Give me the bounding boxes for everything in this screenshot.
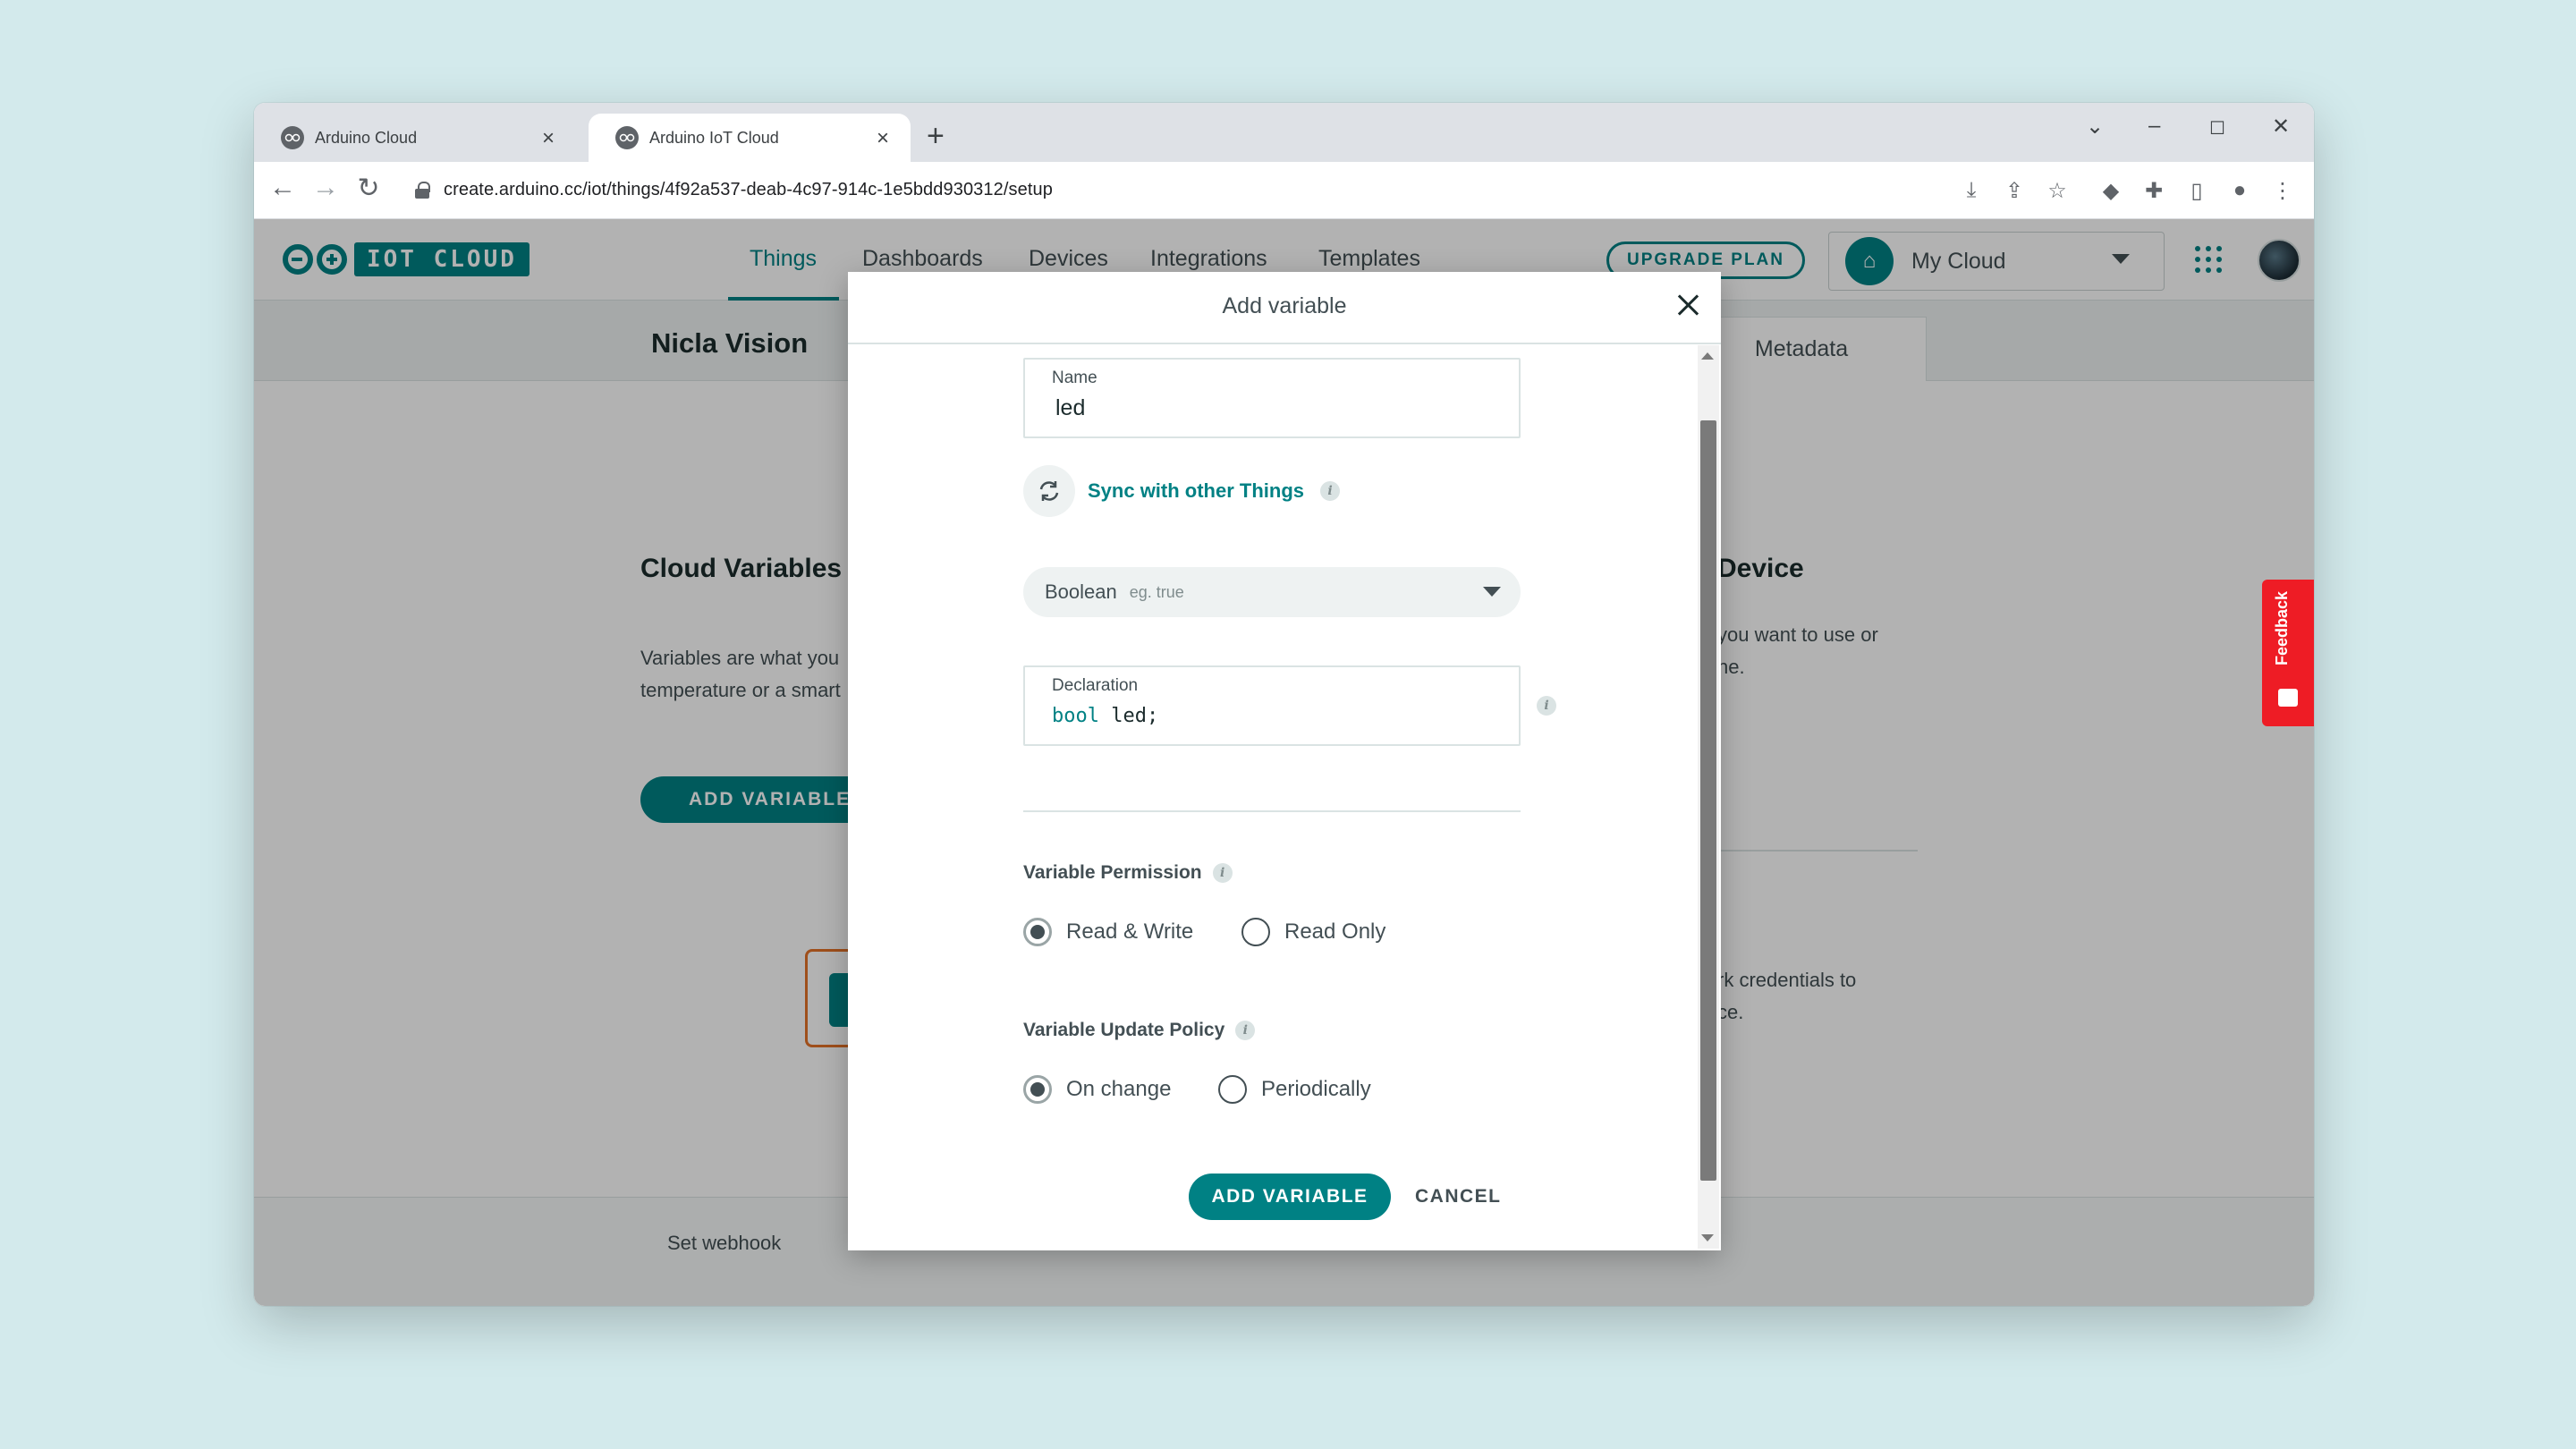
- permission-title: Variable Permission i: [1023, 862, 1233, 884]
- name-field[interactable]: Name led: [1023, 358, 1521, 438]
- arduino-favicon-icon: [615, 126, 639, 149]
- dialog-title: Add variable: [1222, 293, 1347, 318]
- add-variable-submit-button[interactable]: ADD VARIABLE: [1189, 1174, 1391, 1220]
- declaration-name: led: [1111, 705, 1147, 727]
- tab-title: Arduino Cloud: [315, 128, 418, 147]
- puzzle-icon[interactable]: ✚: [2140, 178, 2168, 204]
- radio-label: On change: [1066, 1077, 1172, 1101]
- name-label: Name: [1052, 369, 1097, 387]
- radio-label: Periodically: [1261, 1077, 1371, 1101]
- sync-icon: [1023, 465, 1075, 517]
- radio-periodically[interactable]: Periodically: [1218, 1075, 1371, 1104]
- tab-search-icon[interactable]: ⌄: [2086, 114, 2104, 140]
- scroll-up-icon[interactable]: [1701, 352, 1714, 360]
- forward-icon[interactable]: →: [308, 173, 343, 203]
- radio-unselected-icon: [1241, 918, 1270, 946]
- close-tab-icon[interactable]: ×: [537, 126, 560, 151]
- declaration-type: bool: [1052, 705, 1099, 727]
- new-tab-icon[interactable]: +: [927, 119, 945, 154]
- browser-tab-arduino-cloud[interactable]: Arduino Cloud ×: [254, 114, 576, 162]
- info-icon[interactable]: i: [1235, 1021, 1256, 1040]
- scroll-down-icon[interactable]: [1701, 1234, 1714, 1241]
- radio-read-only[interactable]: Read Only: [1241, 918, 1385, 946]
- permission-title-text: Variable Permission: [1023, 862, 1202, 883]
- radio-selected-icon: [1023, 918, 1052, 946]
- policy-title-text: Variable Update Policy: [1023, 1020, 1225, 1040]
- close-icon[interactable]: [1671, 288, 1707, 324]
- minimize-icon[interactable]: –: [2148, 114, 2160, 139]
- browser-toolbar: ← → ↻ create.arduino.cc/iot/things/4f92a…: [254, 162, 2314, 219]
- info-icon[interactable]: i: [1537, 696, 1556, 716]
- info-icon[interactable]: i: [1212, 863, 1233, 883]
- type-value: Boolean: [1045, 580, 1117, 603]
- declaration-label: Declaration: [1052, 676, 1139, 695]
- side-panel-icon[interactable]: ▯: [2182, 178, 2211, 204]
- name-value: led: [1055, 395, 1086, 420]
- feedback-button[interactable]: Feedback: [2262, 580, 2314, 726]
- declaration-end: ;: [1146, 705, 1159, 727]
- sync-label: Sync with other Things: [1088, 479, 1305, 502]
- menu-icon[interactable]: ⋮: [2268, 178, 2297, 204]
- chevron-down-icon: [1483, 587, 1501, 597]
- maximize-icon[interactable]: ☐: [2209, 117, 2225, 140]
- radio-label: Read & Write: [1066, 919, 1194, 944]
- dialog-header: Add variable: [848, 272, 1721, 344]
- add-variable-dialog: Add variable Name led Sync with other Th…: [848, 272, 1721, 1250]
- tab-strip: Arduino Cloud × Arduino IoT Cloud × + ⌄ …: [254, 103, 2314, 162]
- extension-icon[interactable]: ◆: [2097, 178, 2125, 204]
- share-icon[interactable]: ⇪: [2000, 178, 2029, 204]
- feedback-label: Feedback: [2273, 590, 2291, 665]
- feedback-icon: [2278, 689, 2298, 707]
- declaration-code: bool led;: [1052, 705, 1158, 727]
- tab-title: Arduino IoT Cloud: [649, 128, 779, 147]
- radio-selected-icon: [1023, 1075, 1052, 1104]
- bookmark-star-icon[interactable]: ☆: [2043, 178, 2072, 204]
- declaration-field[interactable]: Declaration bool led;: [1023, 665, 1521, 746]
- browser-tab-arduino-iot-cloud[interactable]: Arduino IoT Cloud ×: [589, 114, 911, 162]
- policy-title: Variable Update Policy i: [1023, 1020, 1256, 1041]
- variable-type-select[interactable]: Boolean eg. true: [1023, 567, 1521, 617]
- sync-with-things-button[interactable]: Sync with other Things i: [1023, 465, 1341, 517]
- install-icon[interactable]: ⤓: [1957, 178, 1986, 203]
- profile-icon[interactable]: ●: [2225, 178, 2254, 203]
- section-divider: [1023, 810, 1521, 812]
- radio-unselected-icon: [1218, 1075, 1247, 1104]
- back-icon[interactable]: ←: [265, 173, 301, 203]
- type-hint: eg. true: [1129, 582, 1184, 601]
- close-window-icon[interactable]: ✕: [2272, 114, 2290, 140]
- cancel-button[interactable]: CANCEL: [1415, 1174, 1502, 1220]
- arduino-favicon-icon: [281, 126, 304, 149]
- radio-read-write[interactable]: Read & Write: [1023, 918, 1193, 946]
- url-text: create.arduino.cc/iot/things/4f92a537-de…: [444, 179, 1053, 199]
- reload-icon[interactable]: ↻: [351, 173, 386, 204]
- info-icon[interactable]: i: [1320, 481, 1341, 501]
- radio-label: Read Only: [1284, 919, 1386, 944]
- radio-on-change[interactable]: On change: [1023, 1075, 1171, 1104]
- scrollbar-thumb[interactable]: [1700, 420, 1716, 1181]
- close-tab-icon[interactable]: ×: [871, 126, 894, 151]
- lock-icon: [415, 182, 430, 199]
